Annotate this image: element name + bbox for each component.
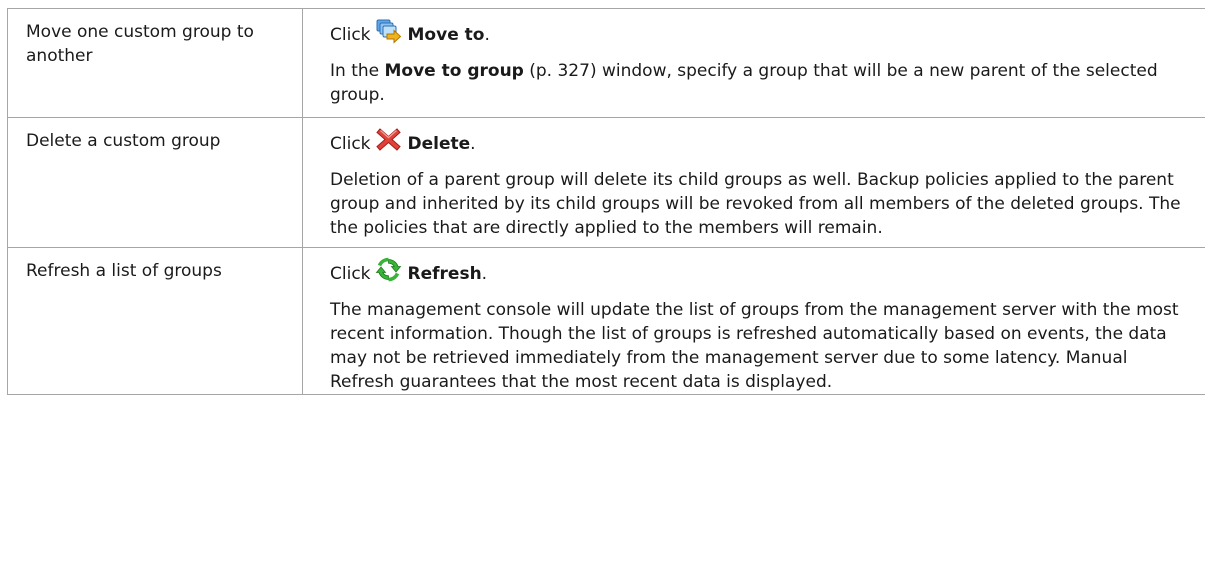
action-description: Deletion of a parent group will delete i… (330, 170, 1181, 238)
action-line: Click Move to. (330, 19, 1205, 47)
action-cell: Click Move to. In the Move to group (p. … (302, 8, 1205, 118)
action-description: The management console will update the l… (330, 300, 1179, 392)
task-cell: Refresh a list of groups (7, 247, 303, 395)
action-line: Click Refresh. (330, 257, 1205, 286)
click-word: Click (330, 25, 371, 45)
action-label: Refresh (407, 264, 482, 284)
action-label: Move to (407, 25, 485, 45)
task-cell: Delete a custom group (7, 117, 303, 248)
action-label: Delete (407, 134, 471, 154)
action-suffix: . (481, 264, 488, 284)
task-cell: Move one custom group to another (7, 8, 303, 118)
task-text: Refresh a list of groups (26, 261, 222, 281)
refresh-icon (375, 256, 402, 283)
action-suffix: . (470, 134, 476, 154)
document-page: { "rows": [ { "task": "Move one custom g… (0, 0, 1205, 580)
desc-prefix: In the (330, 61, 385, 81)
delete-icon (375, 126, 402, 153)
task-text: Move one custom group to another (26, 22, 254, 66)
table-row: Move one custom group to another Click M… (7, 8, 1205, 118)
action-cell: Click Refresh. The management console wi… (302, 247, 1205, 395)
move-to-icon (375, 17, 402, 44)
action-description: In the Move to group (p. 327) window, sp… (330, 59, 1185, 107)
task-text: Delete a custom group (26, 131, 221, 151)
action-line: Click Delete. (330, 128, 1205, 156)
table-row: Refresh a list of groups Click Refresh. (7, 247, 1205, 395)
task-action-table: Move one custom group to another Click M… (7, 8, 1205, 395)
action-suffix: . (484, 25, 490, 45)
table-row: Delete a custom group Click Delete. Dele… (7, 117, 1205, 248)
click-word: Click (330, 264, 371, 284)
action-cell: Click Delete. Deletion of a parent group… (302, 117, 1205, 248)
desc-bold-window-name: Move to group (384, 61, 524, 81)
click-word: Click (330, 134, 371, 154)
